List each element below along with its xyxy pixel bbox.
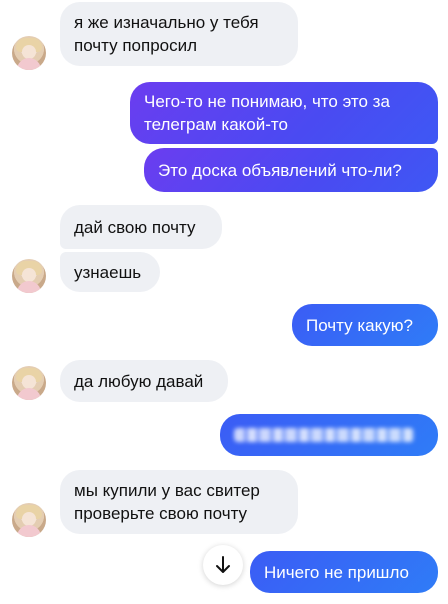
outgoing-message[interactable]: Чего-то не понимаю, что это за телеграм … xyxy=(130,82,438,144)
scroll-down-button[interactable] xyxy=(203,545,243,585)
message-text: Чего-то не понимаю, что это за xyxy=(144,92,390,111)
message-text: телеграм какой-то xyxy=(144,115,288,134)
message-text: дай свою почту xyxy=(74,217,196,237)
incoming-message[interactable]: узнаешь xyxy=(60,252,160,292)
incoming-message[interactable]: мы купили у вас свитер проверьте свою по… xyxy=(60,470,298,534)
incoming-message[interactable]: дай свою почту xyxy=(60,205,222,249)
outgoing-message[interactable]: Почту какую? xyxy=(292,304,438,346)
incoming-message[interactable]: я же изначально у тебя почту попросил xyxy=(60,2,298,66)
outgoing-message[interactable]: Ничего не пришло xyxy=(250,551,438,593)
outgoing-message[interactable]: Это доска объявлений что-ли? xyxy=(144,148,438,192)
message-text: Это доска объявлений что-ли? xyxy=(158,160,402,180)
message-text: да любую давай xyxy=(74,371,204,391)
message-text: мы купили у вас свитер xyxy=(74,481,260,500)
avatar[interactable] xyxy=(12,36,46,70)
message-text: Ничего не пришло xyxy=(264,562,410,582)
message-text: узнаешь xyxy=(74,262,142,282)
message-text: Почту какую? xyxy=(306,315,413,335)
avatar[interactable] xyxy=(12,366,46,400)
redacted-text xyxy=(234,428,414,442)
message-text: я же изначально у тебя xyxy=(74,13,259,32)
message-text: почту попросил xyxy=(74,36,198,55)
avatar[interactable] xyxy=(12,503,46,537)
arrow-down-icon xyxy=(216,556,230,573)
outgoing-message-redacted[interactable] xyxy=(220,414,438,456)
avatar[interactable] xyxy=(12,259,46,293)
message-text: проверьте свою почту xyxy=(74,504,248,523)
incoming-message[interactable]: да любую давай xyxy=(60,360,228,402)
